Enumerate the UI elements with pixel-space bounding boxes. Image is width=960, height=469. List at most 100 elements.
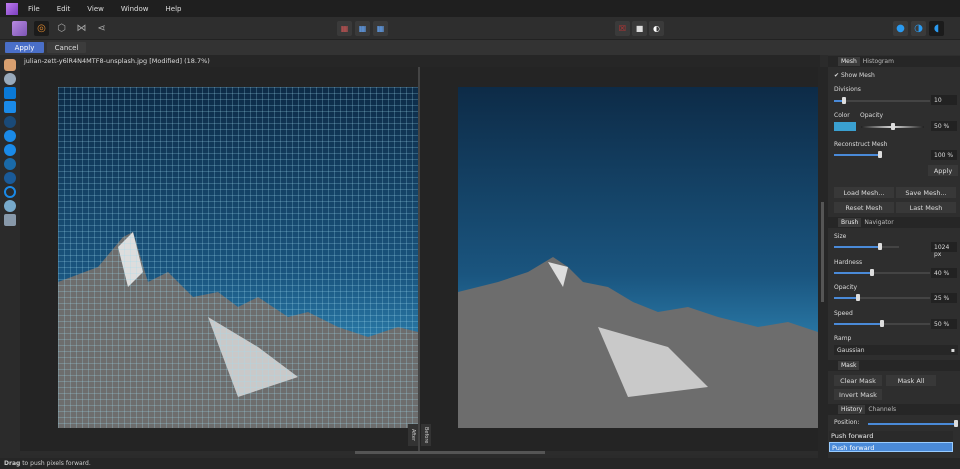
mesh-down-icon[interactable]: ▦ — [373, 21, 388, 36]
show-mesh-checkbox[interactable]: ✔ Show Mesh — [834, 72, 875, 79]
mask-panel-header: Mask — [828, 360, 960, 371]
history-panel-header: History Channels — [828, 404, 960, 415]
reconstruct-tool-icon[interactable] — [4, 186, 16, 198]
menu-view[interactable]: View — [87, 5, 104, 13]
after-image — [58, 87, 418, 428]
tab-mesh[interactable]: Mesh — [838, 57, 860, 66]
speed-slider[interactable] — [834, 320, 930, 327]
position-label: Position: — [834, 419, 860, 426]
save-mesh-button[interactable]: Save Mesh... — [896, 187, 956, 198]
mesh-color-swatch[interactable] — [834, 122, 856, 131]
push-left-tool-icon[interactable] — [4, 101, 16, 113]
divisions-slider[interactable] — [834, 97, 930, 104]
reset-mesh-button[interactable]: Reset Mesh — [834, 202, 894, 213]
vertical-scrollbar[interactable] — [818, 67, 828, 458]
mesh-opacity-value[interactable]: 50 % — [931, 121, 957, 131]
twirl-tool-icon[interactable] — [4, 116, 16, 128]
reconstruct-apply-button[interactable]: Apply — [928, 165, 958, 176]
show-mesh-label: Show Mesh — [840, 72, 875, 79]
tab-channels[interactable]: Channels — [865, 405, 899, 414]
clear-mesh-icon[interactable]: ▦ — [337, 21, 352, 36]
document-tab[interactable]: julian-zett-y6lR4N4MTF8-unsplash.jpg [Mo… — [20, 55, 820, 67]
ramp-label: Ramp — [834, 335, 852, 342]
split-view-icon[interactable]: ◐ — [649, 21, 664, 36]
hardness-value[interactable]: 40 % — [931, 268, 957, 278]
mask-all-button[interactable]: Mask All — [886, 375, 936, 386]
single-view-icon[interactable]: ● — [893, 21, 908, 36]
mesh-clone-tool-icon[interactable] — [4, 172, 16, 184]
canvas[interactable]: After Before — [20, 67, 818, 455]
hardness-slider[interactable] — [834, 269, 930, 276]
brush-panel-header: Brush Navigator — [828, 217, 960, 228]
ramp-value: Gaussian — [837, 347, 865, 354]
menu-window[interactable]: Window — [121, 5, 149, 13]
speed-label: Speed — [834, 310, 853, 317]
reconstruct-value[interactable]: 100 % — [931, 150, 957, 160]
tab-histogram[interactable]: Histogram — [860, 57, 897, 66]
zoom-tool-icon[interactable] — [4, 73, 16, 85]
thaw-tool-icon[interactable] — [4, 214, 16, 226]
overlay-icon[interactable]: ■ — [632, 21, 647, 36]
split-compare-icon[interactable]: ◑ — [911, 21, 926, 36]
tab-mask[interactable]: Mask — [838, 361, 860, 370]
menu-file[interactable]: File — [28, 5, 40, 13]
status-bold: Drag — [4, 460, 21, 467]
history-position-slider[interactable] — [868, 420, 958, 427]
right-panel: Mesh Histogram ✔ Show Mesh Divisions 10 … — [828, 55, 960, 458]
before-label: Before — [421, 424, 431, 446]
hand-tool-icon[interactable] — [4, 59, 16, 71]
apply-button[interactable]: Apply — [5, 42, 44, 53]
size-label: Size — [834, 233, 847, 240]
history-item[interactable]: Push forward — [829, 431, 953, 441]
photo-persona-icon[interactable] — [12, 21, 27, 36]
freeze-tool-icon[interactable] — [4, 200, 16, 212]
mesh-up-icon[interactable]: ▦ — [355, 21, 370, 36]
dropdown-icon: ▪ — [950, 347, 955, 354]
opacity-label: Opacity — [860, 112, 884, 119]
opacity-slider[interactable] — [834, 294, 930, 301]
context-toolbar: Apply Cancel — [0, 40, 960, 55]
after-label: After — [408, 424, 418, 446]
export-persona-icon[interactable]: ⋖ — [94, 21, 109, 36]
history-item-selected[interactable]: Push forward — [829, 442, 953, 452]
divisions-value[interactable]: 10 — [931, 95, 957, 105]
opacity-label: Opacity — [834, 284, 858, 291]
menu-help[interactable]: Help — [166, 5, 182, 13]
push-forward-tool-icon[interactable] — [4, 87, 16, 99]
menu-bar: File Edit View Window Help — [0, 0, 960, 17]
status-bar: Drag to push pixels forward. — [0, 458, 960, 469]
hardness-label: Hardness — [834, 259, 863, 266]
liquify-persona-icon[interactable]: ◎ — [34, 21, 49, 36]
reconstruct-slider[interactable] — [834, 151, 882, 158]
tools-panel — [0, 55, 20, 458]
status-text: to push pixels forward. — [20, 460, 91, 467]
reconstruct-label: Reconstruct Mesh — [834, 141, 888, 148]
tab-navigator[interactable]: Navigator — [861, 218, 896, 227]
no-overlay-icon[interactable]: ☒ — [615, 21, 630, 36]
tab-brush[interactable]: Brush — [838, 218, 862, 227]
develop-persona-icon[interactable]: ⬡ — [54, 21, 69, 36]
menu-edit[interactable]: Edit — [57, 5, 71, 13]
cancel-button[interactable]: Cancel — [47, 42, 86, 53]
divisions-label: Divisions — [834, 86, 861, 93]
tone-mapping-persona-icon[interactable]: ⋈ — [74, 21, 89, 36]
horizontal-scrollbar[interactable] — [20, 451, 818, 455]
clear-mask-button[interactable]: Clear Mask — [834, 375, 882, 386]
size-value[interactable]: 1024 px — [931, 242, 957, 258]
mesh-panel-header: Mesh Histogram — [828, 56, 960, 67]
size-slider[interactable] — [834, 243, 899, 250]
opacity-value[interactable]: 25 % — [931, 293, 957, 303]
ramp-dropdown[interactable]: Gaussian ▪ — [834, 345, 958, 355]
app-logo — [6, 2, 18, 15]
punch-tool-icon[interactable] — [4, 144, 16, 156]
load-mesh-button[interactable]: Load Mesh... — [834, 187, 894, 198]
mirror-compare-icon[interactable]: ◖ — [929, 21, 944, 36]
speed-value[interactable]: 50 % — [931, 319, 957, 329]
last-mesh-button[interactable]: Last Mesh — [896, 202, 956, 213]
turbulence-tool-icon[interactable] — [4, 158, 16, 170]
mesh-opacity-slider[interactable] — [861, 123, 924, 130]
toolbar: ◎ ⬡ ⋈ ⋖ ▦ ▦ ▦ ☒ ■ ◐ ● ◑ ◖ — [0, 17, 960, 40]
pinch-tool-icon[interactable] — [4, 130, 16, 142]
tab-history[interactable]: History — [838, 405, 866, 414]
invert-mask-button[interactable]: Invert Mask — [834, 389, 882, 400]
